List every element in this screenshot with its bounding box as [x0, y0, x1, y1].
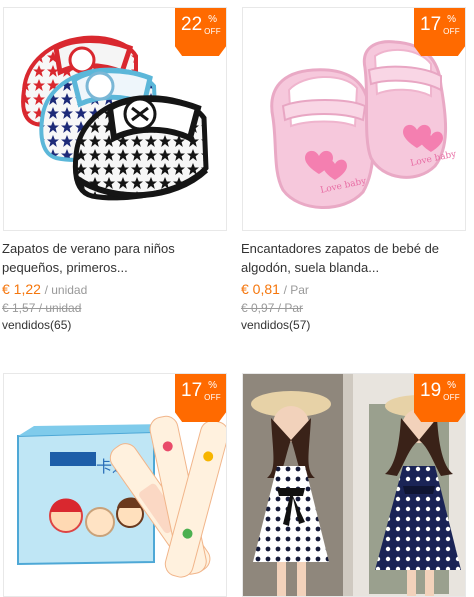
original-price: € 1,57 / unidad [2, 301, 82, 315]
percent-sign: % [447, 14, 456, 25]
product-image[interactable]: 19 % OFF [242, 373, 466, 597]
product-image[interactable]: 卡通创 17 % [3, 373, 227, 597]
product-title[interactable]: Zapatos de verano para niños pequeños, p… [2, 239, 228, 277]
sold-count: vendidos(65) [2, 318, 72, 332]
product-image[interactable]: 22 % OFF [3, 7, 227, 231]
discount-value: 22 [181, 14, 203, 35]
off-label: OFF [204, 27, 221, 36]
price-row: € 0,81 / Par [241, 281, 309, 298]
discount-value: 19 [420, 380, 442, 401]
current-price: € 1,22 [2, 281, 41, 297]
product-title-line[interactable]: pequeños, primeros... [2, 258, 228, 277]
discount-badge: 17 % OFF [175, 374, 226, 422]
discount-badge: 19 % OFF [414, 374, 465, 422]
product-title[interactable]: Encantadores zapatos de bebé de algodón,… [241, 239, 467, 277]
discount-value: 17 [181, 380, 203, 401]
discount-value: 17 [420, 14, 442, 35]
percent-sign: % [447, 380, 456, 391]
price-row: € 1,22 / unidad [2, 281, 87, 298]
original-price: € 0,97 / Par [241, 301, 304, 315]
price-unit: / unidad [44, 283, 88, 297]
sold-count: vendidos(57) [241, 318, 311, 332]
discount-badge: 17 % OFF [414, 8, 465, 56]
discount-badge: 22 % OFF [175, 8, 226, 56]
current-price: € 0,81 [241, 281, 280, 297]
off-label: OFF [204, 393, 221, 402]
percent-sign: % [208, 14, 217, 25]
product-title-line[interactable]: algodón, suela blanda... [241, 258, 467, 277]
product-title-line[interactable]: Zapatos de verano para niños [2, 239, 228, 258]
product-image[interactable]: Love baby Love baby 17 % OFF [242, 7, 466, 231]
off-label: OFF [443, 393, 460, 402]
percent-sign: % [208, 380, 217, 391]
product-title-line[interactable]: Encantadores zapatos de bebé de [241, 239, 467, 258]
price-unit: / Par [283, 283, 309, 297]
off-label: OFF [443, 27, 460, 36]
